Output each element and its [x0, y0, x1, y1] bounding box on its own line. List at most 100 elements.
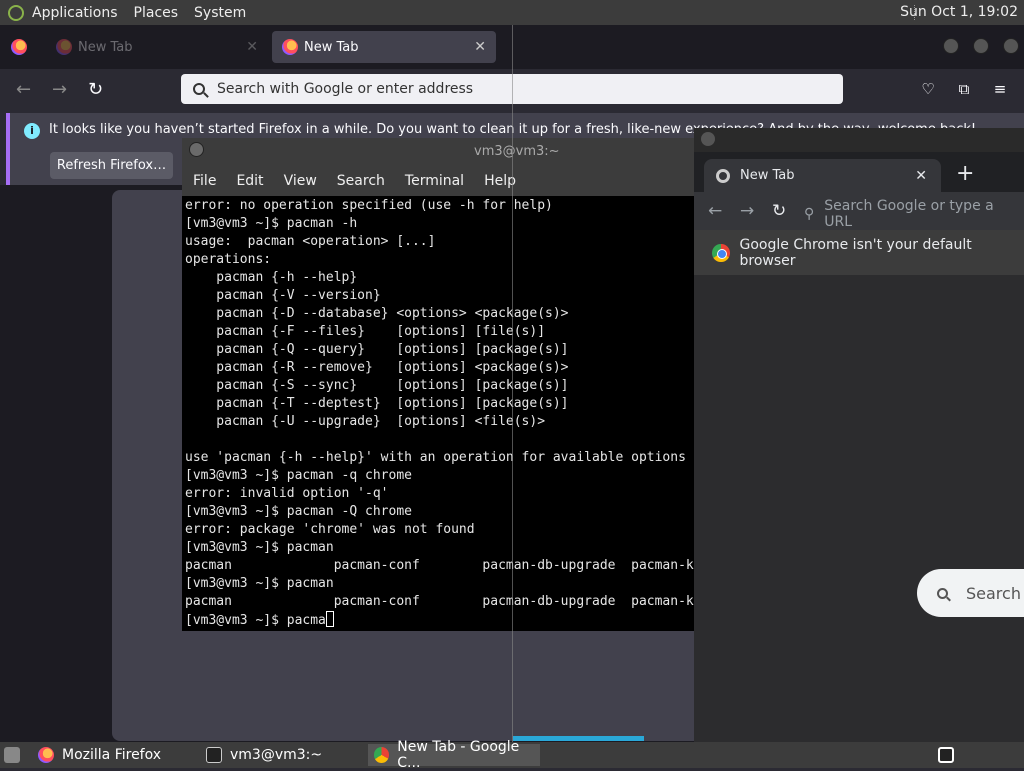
terminal-menubar: File Edit View Search Terminal Help [182, 166, 694, 196]
chrome-tab-label: New Tab [740, 168, 795, 183]
workspace-switcher[interactable] [936, 744, 960, 766]
terminal-line: pacman {-V --version} [185, 287, 694, 305]
tab-label: New Tab [304, 40, 359, 55]
url-bar-placeholder: Search with Google or enter address [217, 81, 473, 97]
terminal-line: use 'pacman {-h --help}' with an operati… [185, 449, 694, 467]
desktop-icon [4, 747, 20, 763]
terminal-window: vm3@vm3:~ File Edit View Search Terminal… [182, 138, 694, 631]
menu-view[interactable]: View [284, 173, 317, 189]
terminal-title: vm3@vm3:~ [474, 144, 560, 159]
firefox-favicon-icon [282, 39, 298, 55]
google-search-box[interactable]: Search [917, 569, 1024, 617]
minimize-window-icon[interactable] [943, 38, 959, 54]
window-edge-divider [512, 25, 513, 742]
show-desktop-button[interactable] [2, 744, 20, 766]
terminal-line [185, 431, 694, 449]
menu-applications[interactable]: Applications [24, 5, 126, 21]
close-tab-icon[interactable]: ✕ [915, 168, 927, 184]
menu-places[interactable]: Places [126, 5, 187, 21]
firefox-view-icon[interactable] [11, 39, 27, 55]
omnibox-placeholder: Search Google or type a URL [824, 198, 1024, 230]
terminal-line: [vm3@vm3 ~]$ pacman -Q chrome [185, 503, 694, 521]
infobar-message: Google Chrome isn't your default browser [740, 237, 1024, 269]
taskbar-item-firefox[interactable]: Mozilla Firefox [32, 744, 196, 766]
terminal-line: pacman {-F --files} [options] [file(s)] [185, 323, 694, 341]
terminal-line: pacman {-D --database} <options> <packag… [185, 305, 694, 323]
taskbar-label: Mozilla Firefox [62, 747, 161, 763]
terminal-icon [206, 747, 222, 763]
terminal-line: pacman {-h --help} [185, 269, 694, 287]
forward-icon[interactable]: → [52, 79, 67, 100]
search-icon [937, 588, 948, 599]
window-menu-icon[interactable] [701, 132, 715, 146]
omnibox[interactable]: ⚲ Search Google or type a URL [804, 200, 1024, 228]
menu-file[interactable]: File [193, 173, 216, 189]
refresh-firefox-button[interactable]: Refresh Firefox… [50, 152, 173, 179]
default-browser-infobar: Google Chrome isn't your default browser [694, 230, 1024, 275]
terminal-lines: error: no operation specified (use -h fo… [185, 197, 694, 611]
reload-icon[interactable]: ↻ [88, 79, 103, 100]
chrome-logo-icon [712, 244, 730, 262]
firefox-favicon-icon [56, 39, 72, 55]
terminal-line: pacman pacman-conf pacman-db-upgrade pac… [185, 557, 694, 575]
terminal-line: operations: [185, 251, 694, 269]
taskbar-item-terminal[interactable]: vm3@vm3:~ [200, 744, 364, 766]
menu-search[interactable]: Search [337, 173, 385, 189]
chrome-favicon-icon [716, 169, 730, 183]
terminal-line: error: invalid option '-q' [185, 485, 694, 503]
distro-logo-icon[interactable] [8, 5, 24, 21]
workspace-icon [938, 747, 954, 763]
menu-hamburger-icon[interactable]: ≡ [992, 81, 1008, 97]
terminal-titlebar[interactable]: vm3@vm3:~ [182, 138, 694, 166]
terminal-line: pacman {-S --sync} [options] [package(s)… [185, 377, 694, 395]
window-menu-icon[interactable] [189, 142, 204, 157]
terminal-line: error: package 'chrome' was not found [185, 521, 694, 539]
menu-terminal[interactable]: Terminal [405, 173, 464, 189]
firefox-icon [38, 747, 54, 763]
extensions-icon[interactable]: ⧉ [956, 81, 972, 97]
taskbar-label: New Tab - Google C... [397, 739, 540, 771]
menu-system[interactable]: System [186, 5, 254, 21]
close-window-icon[interactable] [1003, 38, 1019, 54]
terminal-line: pacman {-Q --query} [options] [package(s… [185, 341, 694, 359]
search-box-placeholder: Search [966, 584, 1021, 603]
firefox-tab-2[interactable]: New Tab ✕ [272, 31, 496, 63]
chrome-icon [374, 747, 389, 763]
close-tab-icon[interactable]: ✕ [474, 39, 486, 55]
terminal-line: pacman {-U --upgrade} [options] <file(s)… [185, 413, 694, 431]
top-panel: Applications Places System Sun Oct 1, 19… [0, 0, 1024, 25]
taskbar-item-chrome[interactable]: New Tab - Google C... [368, 744, 540, 766]
firefox-tab-1[interactable]: New Tab ✕ [46, 31, 268, 63]
terminal-line: pacman pacman-conf pacman-db-upgrade pac… [185, 593, 694, 611]
terminal-line: [vm3@vm3 ~]$ pacman [185, 575, 694, 593]
info-icon: i [24, 123, 40, 139]
new-tab-plus-icon[interactable]: + [956, 163, 974, 185]
clock[interactable]: Sun Oct 1, 19:02 [900, 4, 1018, 20]
bottom-taskbar: Mozilla Firefox vm3@vm3:~ New Tab - Goog… [0, 742, 1024, 768]
maximize-window-icon[interactable] [973, 38, 989, 54]
terminal-line: [vm3@vm3 ~]$ pacman -h [185, 215, 694, 233]
terminal-line: pacman {-R --remove} [options] <package(… [185, 359, 694, 377]
reload-icon[interactable]: ↻ [772, 201, 786, 221]
close-tab-icon[interactable]: ✕ [246, 39, 258, 55]
menu-edit[interactable]: Edit [236, 173, 263, 189]
terminal-line: error: no operation specified (use -h fo… [185, 197, 694, 215]
chrome-window: New Tab ✕ + ← → ↻ ⚲ Search Google or typ… [694, 128, 1024, 742]
search-icon: ⚲ [804, 206, 814, 222]
taskbar-label: vm3@vm3:~ [230, 747, 322, 763]
chrome-tab[interactable]: New Tab ✕ [704, 159, 941, 192]
back-icon[interactable]: ← [708, 201, 722, 221]
terminal-output[interactable]: error: no operation specified (use -h fo… [182, 196, 694, 631]
terminal-line: [vm3@vm3 ~]$ pacman [185, 539, 694, 557]
chrome-titlebar[interactable] [694, 128, 1024, 152]
pocket-icon[interactable]: ♡ [920, 81, 936, 97]
chrome-toolbar: ← → ↻ ⚲ Search Google or type a URL [694, 192, 1024, 230]
search-icon [193, 83, 205, 95]
terminal-line: usage: pacman <operation> [...] [185, 233, 694, 251]
back-icon[interactable]: ← [16, 79, 31, 100]
prompt-text: [vm3@vm3 ~]$ pacma [185, 613, 326, 628]
forward-icon[interactable]: → [740, 201, 754, 221]
terminal-prompt[interactable]: [vm3@vm3 ~]$ pacma [185, 611, 694, 630]
tab-label: New Tab [78, 40, 133, 55]
chrome-tab-strip: New Tab ✕ + [694, 152, 1024, 192]
